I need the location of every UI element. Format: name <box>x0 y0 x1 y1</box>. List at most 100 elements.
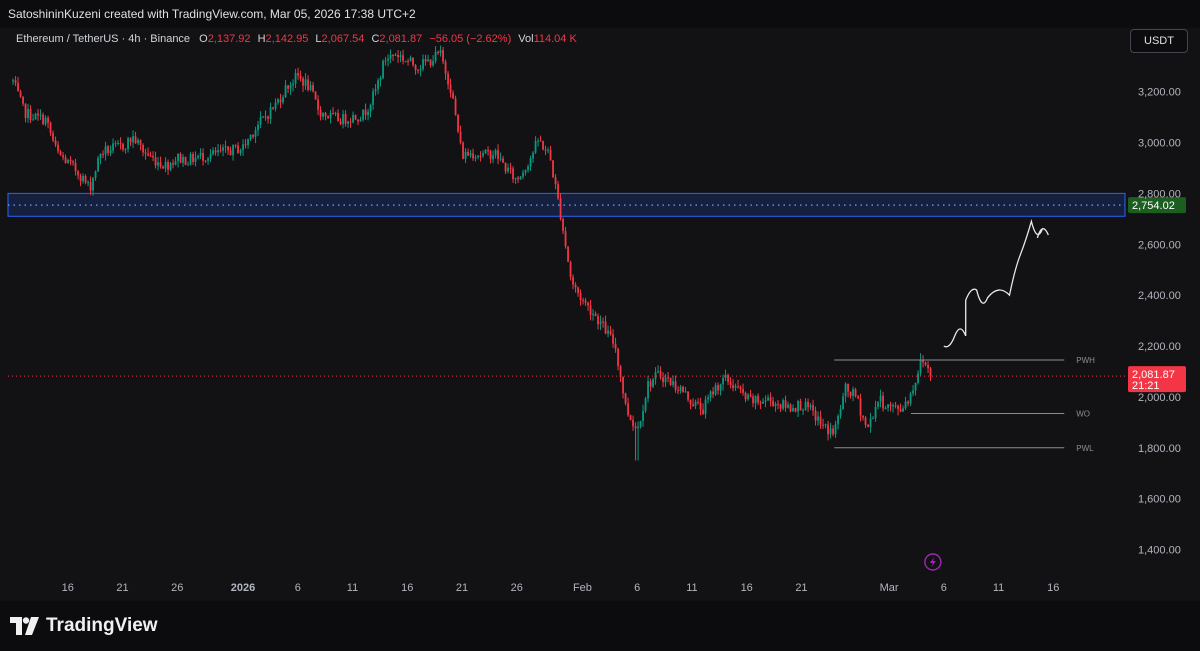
candle-body <box>909 393 912 404</box>
candle <box>464 148 467 164</box>
candle-body <box>927 364 929 369</box>
candle-body <box>189 153 192 165</box>
candle <box>742 383 744 396</box>
candle-body <box>137 140 139 144</box>
candle <box>794 407 797 413</box>
candle-body <box>914 382 917 391</box>
candle <box>502 155 504 164</box>
candle-body <box>382 61 384 79</box>
candle-body <box>627 403 629 416</box>
candle-body <box>87 182 89 184</box>
candle-body <box>94 171 97 178</box>
candle-body <box>414 64 417 70</box>
lightning-icon[interactable] <box>924 553 942 571</box>
candle-body <box>792 408 794 412</box>
candle <box>122 142 124 152</box>
candle-body <box>267 116 269 119</box>
candle-body <box>782 400 784 409</box>
candle <box>267 115 269 124</box>
candle-body <box>92 177 94 191</box>
currency-button[interactable]: USDT <box>1130 29 1188 53</box>
candle <box>102 150 104 159</box>
y-tick-label: 2,800.00 <box>1138 188 1181 200</box>
candle <box>834 420 837 438</box>
candle <box>917 370 919 385</box>
support-zone[interactable] <box>7 192 1126 217</box>
candle <box>427 54 429 62</box>
candle-body <box>684 391 687 393</box>
zone-price-label: 2,754.02 <box>1132 200 1175 212</box>
candle-body <box>294 73 297 84</box>
candle <box>897 404 899 416</box>
tradingview-logo[interactable]: TradingView <box>10 615 158 637</box>
candle <box>22 96 24 107</box>
candle-body <box>492 155 494 160</box>
candle-body <box>639 421 642 427</box>
candle <box>184 156 187 166</box>
candle-body <box>422 59 424 69</box>
candle-body <box>244 144 247 146</box>
candle-body <box>134 136 137 144</box>
candle-body <box>814 410 817 421</box>
candle-body <box>772 400 774 407</box>
candle <box>167 159 169 175</box>
candle <box>407 58 409 66</box>
candle <box>402 49 404 65</box>
candle <box>602 317 604 328</box>
candle-body <box>124 149 127 151</box>
candle-body <box>304 79 307 86</box>
candle-body <box>412 57 414 65</box>
candle <box>637 421 639 461</box>
symbol-label[interactable]: Ethereum / TetherUS · 4h · Binance <box>16 33 190 45</box>
candle <box>357 119 359 126</box>
candle <box>367 108 369 121</box>
candle-body <box>652 379 654 387</box>
candle <box>707 394 709 404</box>
candle <box>194 151 197 167</box>
candle <box>737 379 739 389</box>
candle <box>484 149 487 155</box>
candle <box>134 131 137 144</box>
candle-body <box>407 60 409 62</box>
candle <box>59 149 62 156</box>
candle-body <box>82 175 84 182</box>
price-chart[interactable]: 2,754.02 PWH WO PWL 2,081.87 21:21 3,200.00… <box>0 28 1200 601</box>
candle <box>524 169 527 176</box>
candle-body <box>144 152 147 154</box>
candle-body <box>567 246 569 262</box>
candle <box>799 398 802 411</box>
candle-body <box>494 150 497 156</box>
candle <box>862 415 864 421</box>
candle-body <box>667 377 669 379</box>
candle <box>34 112 37 120</box>
candle <box>387 54 389 67</box>
candle-body <box>749 394 752 397</box>
candle <box>249 134 252 141</box>
candle <box>557 180 559 200</box>
candle <box>462 141 464 160</box>
candle-body <box>839 409 842 416</box>
candle-body <box>642 410 644 422</box>
candle-body <box>812 405 814 411</box>
candle <box>857 394 859 400</box>
x-tick-label: 26 <box>171 582 183 594</box>
candle <box>292 79 294 92</box>
candle-body <box>887 404 889 409</box>
candle-body <box>219 150 222 152</box>
candle <box>284 79 287 98</box>
candle <box>164 157 167 173</box>
candle <box>759 400 762 410</box>
candle-body <box>634 426 637 429</box>
candle <box>279 93 282 109</box>
candle-body <box>187 164 189 166</box>
candle <box>797 399 799 418</box>
chart-area[interactable]: 2,754.02 PWH WO PWL 2,081.87 21:21 3,200.00… <box>0 28 1200 601</box>
candle-body <box>302 78 304 86</box>
candle-body <box>784 400 787 408</box>
candle <box>922 355 924 368</box>
candle <box>517 175 519 184</box>
y-tick-label: 1,600.00 <box>1138 494 1181 506</box>
candle-body <box>509 167 512 169</box>
candle <box>899 403 902 413</box>
candle <box>569 260 572 281</box>
